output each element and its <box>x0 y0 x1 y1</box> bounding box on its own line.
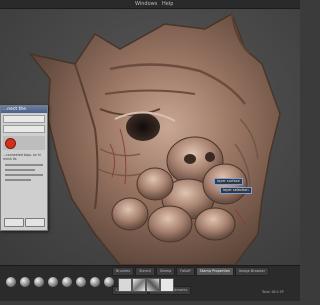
brush-sphere-icon[interactable] <box>62 277 72 287</box>
dialog-title: ...nect the <box>1 106 47 113</box>
dialog-field[interactable] <box>3 125 45 133</box>
menu-bar: Windows Help <box>0 0 300 9</box>
brush-sphere-icon[interactable] <box>6 277 16 287</box>
menu-windows[interactable]: Windows <box>135 0 157 8</box>
3d-viewport[interactable]: layer surface layer selection ...nect th… <box>0 9 300 265</box>
eye-socket <box>126 113 160 141</box>
tab-stamp[interactable]: Stamp <box>155 267 176 276</box>
stamp-thumbnail[interactable] <box>118 278 132 292</box>
brush-sphere-icon[interactable] <box>20 277 30 287</box>
tab-brushes[interactable]: Brushes <box>112 267 135 276</box>
brush-shelf: Brushes Stencil Stamp Falloff Stamp Properti… <box>0 265 300 301</box>
tab-image-browser[interactable]: Image Browser <box>234 267 270 276</box>
dialog-ok-button[interactable] <box>4 218 24 227</box>
shelf-tabs: Brushes Stencil Stamp Falloff Stamp Properti… <box>112 267 300 295</box>
warning-dialog: ...nect the ...connected topo. on hi mes… <box>0 105 48 231</box>
brush-sphere-icon[interactable] <box>34 277 44 287</box>
dialog-message: ...connected topo. on hi mesh its <box>3 153 41 161</box>
layer-callout-selection: layer selection <box>217 187 252 194</box>
stamp-thumbnail[interactable] <box>132 278 146 292</box>
brush-sphere-icon[interactable] <box>76 277 86 287</box>
warning-icon <box>5 138 16 149</box>
status-readout: Total: 98.0 SP <box>262 290 284 294</box>
tab-stencil[interactable]: Stencil <box>135 267 155 276</box>
dialog-cancel-button[interactable] <box>25 218 45 227</box>
tab-stamp-properties[interactable]: Stamp Properties <box>195 267 234 276</box>
stamp-thumbnail[interactable] <box>160 278 174 292</box>
dialog-field[interactable] <box>3 115 45 123</box>
brush-sphere-icon[interactable] <box>104 277 114 287</box>
dialog-warning-area <box>3 136 45 150</box>
layer-callout-surface: layer surface <box>211 178 243 185</box>
tab-falloff[interactable]: Falloff <box>176 267 195 276</box>
brush-sphere-icon[interactable] <box>48 277 58 287</box>
menu-help[interactable]: Help <box>162 0 173 8</box>
brush-sphere-icon[interactable] <box>90 277 100 287</box>
dialog-text-lines <box>1 164 47 181</box>
stamp-thumbnail[interactable] <box>146 278 160 292</box>
